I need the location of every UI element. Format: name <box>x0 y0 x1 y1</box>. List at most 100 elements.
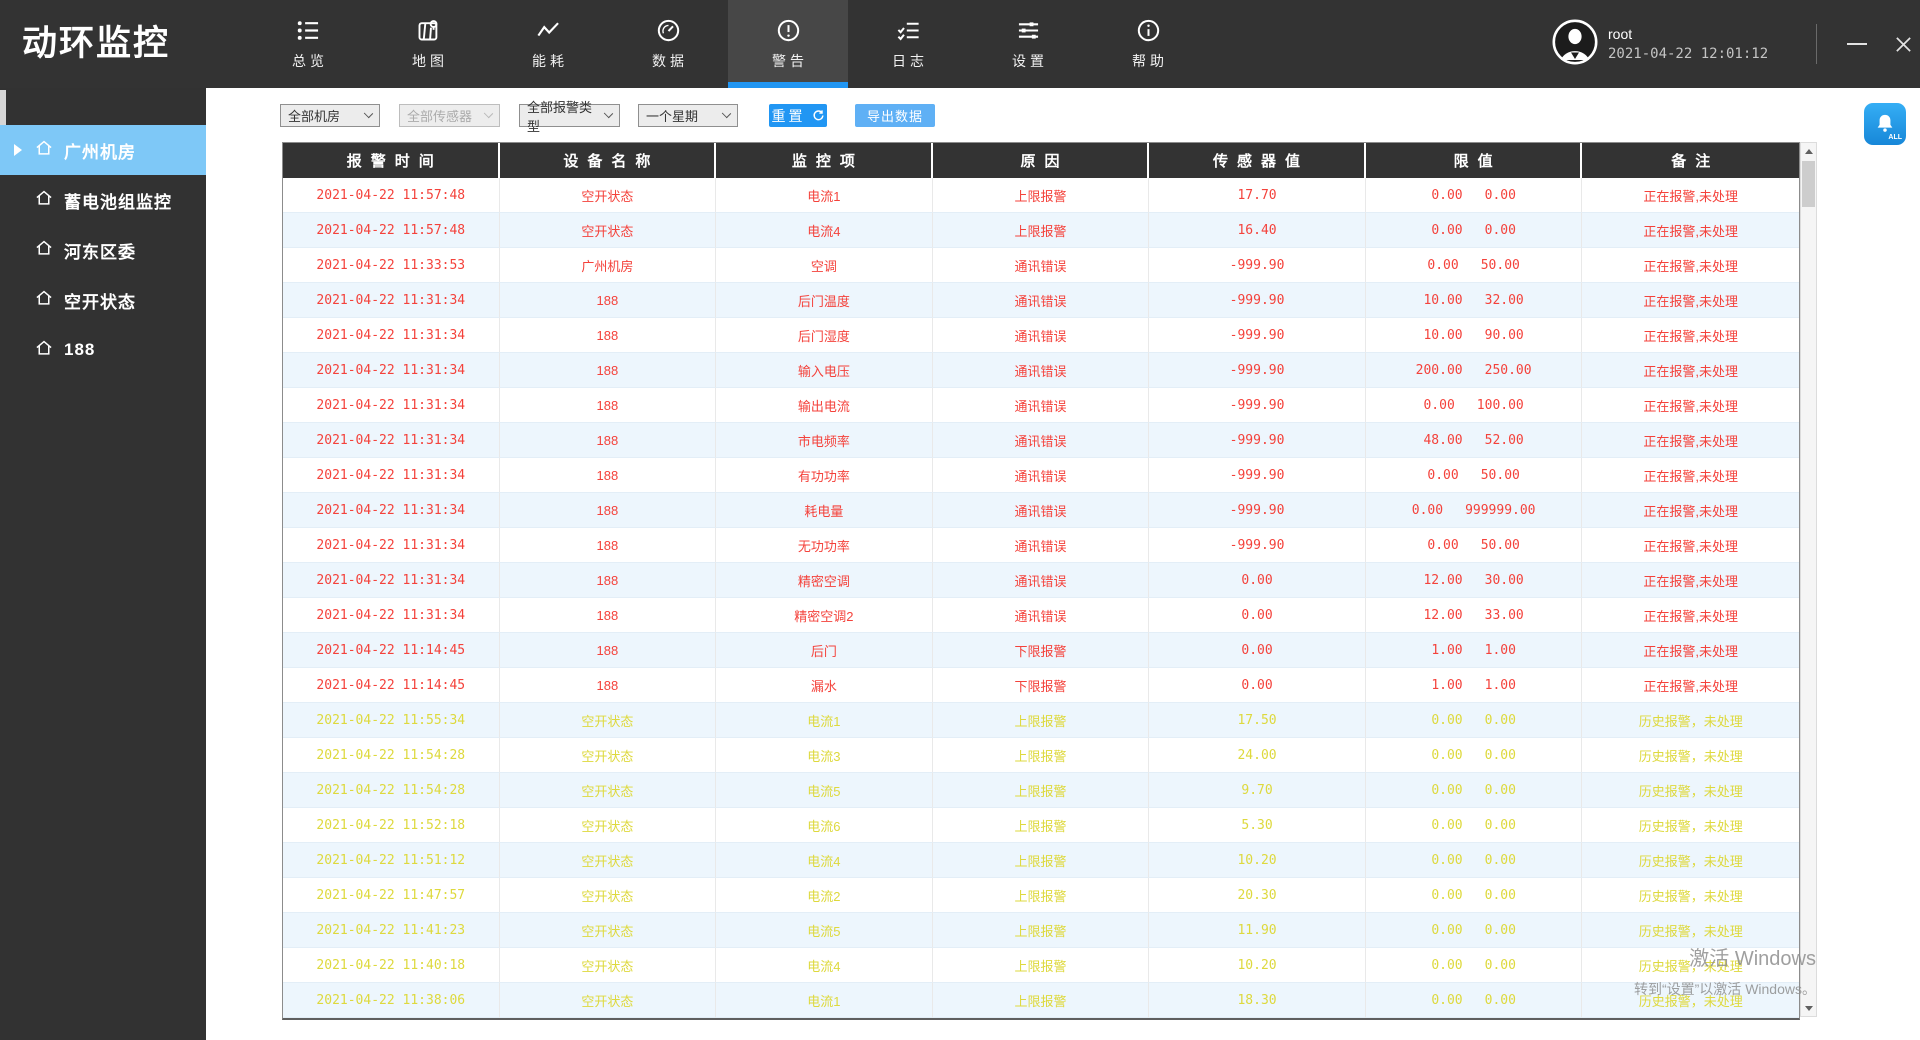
machine-room-select[interactable]: 全部机房 <box>280 104 380 127</box>
table-row[interactable]: 2021-04-22 11:40:18 空开状态 电流4 上限报警 10.20 … <box>283 948 1799 983</box>
cell-alarm-time: 2021-04-22 11:31:34 <box>283 388 500 423</box>
table-row[interactable]: 2021-04-22 11:31:34 188 后门湿度 通讯错误 -999.9… <box>283 318 1799 353</box>
cell-monitor-item: 市电频率 <box>716 423 933 458</box>
cell-alarm-time: 2021-04-22 11:31:34 <box>283 423 500 458</box>
sensor-select[interactable]: 全部传感器 <box>399 104 500 127</box>
table-row[interactable]: 2021-04-22 11:57:48 空开状态 电流4 上限报警 16.40 … <box>283 213 1799 248</box>
cell-alarm-time: 2021-04-22 11:57:48 <box>283 213 500 248</box>
cell-remark: 正在报警,未处理 <box>1582 633 1799 668</box>
table-row[interactable]: 2021-04-22 11:31:34 188 精密空调2 通讯错误 0.00 … <box>283 598 1799 633</box>
cell-device-name: 空开状态 <box>499 178 717 213</box>
cell-sensor-value: 9.70 <box>1149 773 1366 808</box>
cell-monitor-item: 电流1 <box>716 703 933 738</box>
cell-sensor-value: 11.90 <box>1149 913 1366 948</box>
cell-monitor-item: 电流4 <box>716 843 933 878</box>
cell-limit-value: 0.00 0.00 <box>1365 913 1583 948</box>
user-info[interactable]: root 2021-04-22 12:01:12 <box>1552 0 1768 88</box>
table-row[interactable]: 2021-04-22 11:31:34 188 有功功率 通讯错误 -999.9… <box>283 458 1799 493</box>
cell-reason: 上限报警 <box>932 738 1150 773</box>
cell-monitor-item: 漏水 <box>716 668 933 703</box>
cell-reason: 上限报警 <box>932 213 1150 248</box>
reset-button[interactable]: 重置 <box>769 104 827 127</box>
cell-monitor-item: 电流4 <box>716 213 933 248</box>
table-row[interactable]: 2021-04-22 11:31:34 188 耗电量 通讯错误 -999.90… <box>283 493 1799 528</box>
sidebar-item-hedong-district[interactable]: 河东区委 <box>0 225 206 275</box>
table-row[interactable]: 2021-04-22 11:31:34 188 输出电流 通讯错误 -999.9… <box>283 388 1799 423</box>
table-row[interactable]: 2021-04-22 11:51:12 空开状态 电流4 上限报警 10.20 … <box>283 843 1799 878</box>
cell-remark: 正在报警,未处理 <box>1582 248 1799 283</box>
close-button[interactable] <box>1882 0 1920 88</box>
table-row[interactable]: 2021-04-22 11:33:53 广州机房 空调 通讯错误 -999.90… <box>283 248 1799 283</box>
cell-alarm-time: 2021-04-22 11:33:53 <box>283 248 500 283</box>
cell-device-name: 188 <box>499 283 717 318</box>
cell-limit-value: 0.00 0.00 <box>1365 843 1583 878</box>
nav-tab-overview[interactable]: 总览 <box>248 0 368 88</box>
sidebar-item-guangzhou-room[interactable]: 广州机房 <box>0 125 206 175</box>
cell-alarm-time: 2021-04-22 11:31:34 <box>283 528 500 563</box>
cell-device-name: 188 <box>499 318 717 353</box>
table-row[interactable]: 2021-04-22 11:14:45 188 后门 下限报警 0.00 1.0… <box>283 633 1799 668</box>
nav-tab-data[interactable]: 数据 <box>608 0 728 88</box>
chevron-down-icon <box>721 108 732 119</box>
cell-sensor-value: 10.20 <box>1149 948 1366 983</box>
cell-limit-value: 0.00 50.00 <box>1365 528 1583 563</box>
table-row[interactable]: 2021-04-22 11:31:34 188 输入电压 通讯错误 -999.9… <box>283 353 1799 388</box>
cell-remark: 正在报警,未处理 <box>1582 563 1799 598</box>
cell-limit-value: 0.00 0.00 <box>1365 773 1583 808</box>
cell-monitor-item: 耗电量 <box>716 493 933 528</box>
table-row[interactable]: 2021-04-22 11:57:48 空开状态 电流1 上限报警 17.70 … <box>283 178 1799 213</box>
alarm-type-select[interactable]: 全部报警类型 <box>519 100 620 134</box>
cell-limit-value: 48.00 52.00 <box>1365 423 1583 458</box>
cell-limit-value: 10.00 32.00 <box>1365 283 1583 318</box>
cell-device-name: 188 <box>499 633 717 668</box>
nav-tab-settings[interactable]: 设置 <box>968 0 1088 88</box>
nav-tab-logs[interactable]: 日志 <box>848 0 968 88</box>
table-row[interactable]: 2021-04-22 11:38:06 空开状态 电流1 上限报警 18.30 … <box>283 983 1799 1018</box>
cell-reason: 上限报警 <box>932 878 1150 913</box>
cell-monitor-item: 精密空调 <box>716 563 933 598</box>
nav-tab-energy[interactable]: 能耗 <box>488 0 608 88</box>
sidebar-item-battery-group-monitor[interactable]: 蓄电池组监控 <box>0 175 206 225</box>
cell-device-name: 空开状态 <box>499 948 717 983</box>
cell-monitor-item: 输出电流 <box>716 388 933 423</box>
table-row[interactable]: 2021-04-22 11:41:23 空开状态 电流5 上限报警 11.90 … <box>283 913 1799 948</box>
cell-device-name: 188 <box>499 598 717 633</box>
cell-reason: 通讯错误 <box>932 528 1150 563</box>
cell-device-name: 广州机房 <box>499 248 717 283</box>
cell-reason: 上限报警 <box>932 843 1150 878</box>
sliders-icon <box>1015 17 1042 44</box>
table-row[interactable]: 2021-04-22 11:14:45 188 漏水 下限报警 0.00 1.0… <box>283 668 1799 703</box>
cell-monitor-item: 电流1 <box>716 983 933 1018</box>
cell-sensor-value: -999.90 <box>1149 353 1366 388</box>
table-scrollbar[interactable] <box>1800 142 1817 1017</box>
scrollbar-thumb[interactable] <box>1802 161 1815 207</box>
period-select[interactable]: 一个星期 <box>638 104 738 127</box>
sidebar-item-188[interactable]: 188 <box>0 325 206 375</box>
cell-reason: 下限报警 <box>932 668 1150 703</box>
table-row[interactable]: 2021-04-22 11:47:57 空开状态 电流2 上限报警 20.30 … <box>283 878 1799 913</box>
nav-tab-map[interactable]: 地图 <box>368 0 488 88</box>
table-row[interactable]: 2021-04-22 11:54:28 空开状态 电流5 上限报警 9.70 0… <box>283 773 1799 808</box>
table-row[interactable]: 2021-04-22 11:52:18 空开状态 电流6 上限报警 5.30 0… <box>283 808 1799 843</box>
table-row[interactable]: 2021-04-22 11:31:34 188 后门温度 通讯错误 -999.9… <box>283 283 1799 318</box>
cell-remark: 正在报警,未处理 <box>1582 388 1799 423</box>
scroll-up-arrow-icon[interactable] <box>1801 143 1816 159</box>
table-row[interactable]: 2021-04-22 11:54:28 空开状态 电流3 上限报警 24.00 … <box>283 738 1799 773</box>
nav-tab-alerts[interactable]: 警告 <box>728 0 848 88</box>
map-icon <box>415 17 442 44</box>
export-data-button[interactable]: 导出数据 <box>855 104 935 127</box>
scroll-down-arrow-icon[interactable] <box>1801 1000 1816 1016</box>
table-row[interactable]: 2021-04-22 11:31:34 188 无功功率 通讯错误 -999.9… <box>283 528 1799 563</box>
sidebar-item-breaker-status[interactable]: 空开状态 <box>0 275 206 325</box>
minimize-button[interactable] <box>1836 0 1878 88</box>
alarm-all-button[interactable]: ALL <box>1864 103 1906 145</box>
table-row[interactable]: 2021-04-22 11:31:34 188 市电频率 通讯错误 -999.9… <box>283 423 1799 458</box>
header-device-name: 设备名称 <box>499 143 717 178</box>
cell-sensor-value: 0.00 <box>1149 633 1366 668</box>
table-row[interactable]: 2021-04-22 11:31:34 188 精密空调 通讯错误 0.00 1… <box>283 563 1799 598</box>
table-row[interactable]: 2021-04-22 11:55:34 空开状态 电流1 上限报警 17.50 … <box>283 703 1799 738</box>
table-header: 报警时间 设备名称 监控项 原因 传感器值 限值 备注 <box>283 143 1799 178</box>
cell-device-name: 188 <box>499 563 717 598</box>
nav-tab-help[interactable]: 帮助 <box>1088 0 1208 88</box>
cell-alarm-time: 2021-04-22 11:52:18 <box>283 808 500 843</box>
